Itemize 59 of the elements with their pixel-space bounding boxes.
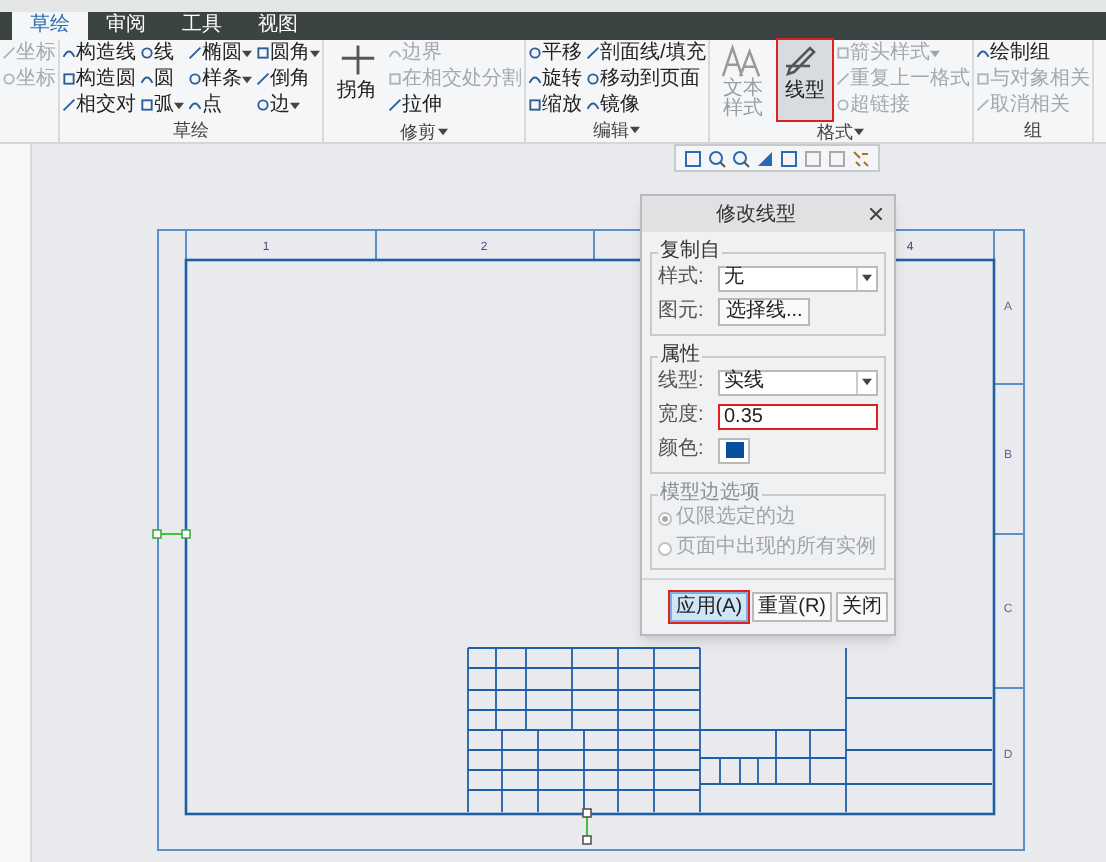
tool-button[interactable]: 点 bbox=[188, 92, 252, 118]
tool-button[interactable]: 样条 bbox=[188, 66, 252, 92]
color-swatch[interactable] bbox=[718, 437, 750, 463]
selection-handle[interactable] bbox=[152, 529, 191, 539]
tool-button[interactable]: 圆 bbox=[140, 66, 184, 92]
letters-icon bbox=[720, 42, 765, 80]
tool-button[interactable]: 缩放 bbox=[528, 92, 582, 118]
tool-button[interactable]: 倒角 bbox=[256, 66, 320, 92]
caret-icon bbox=[862, 378, 872, 386]
ribbon-tab[interactable]: 审阅 bbox=[88, 12, 164, 40]
zoom-in-icon[interactable] bbox=[708, 149, 726, 167]
width-field[interactable]: 0.35 bbox=[718, 403, 878, 429]
field-label: 宽度: bbox=[658, 402, 706, 430]
tool-button[interactable]: 弧 bbox=[140, 92, 184, 118]
field-label: 线型: bbox=[658, 368, 706, 396]
section-title: 属性 bbox=[658, 344, 702, 368]
tool-button[interactable]: 移动到页面 bbox=[586, 66, 706, 92]
dialog-button[interactable]: 关闭 bbox=[836, 592, 888, 622]
tool-button[interactable]: 线 bbox=[140, 40, 184, 66]
ribbon-tab[interactable]: 工具 bbox=[164, 12, 240, 40]
dropdown[interactable]: 实线 bbox=[718, 369, 878, 395]
selection-handle[interactable] bbox=[582, 808, 592, 845]
ribbon-tab[interactable]: 草绘 bbox=[12, 12, 88, 40]
zoom-out-icon[interactable] bbox=[732, 149, 750, 167]
tool-button[interactable]: 旋转 bbox=[528, 66, 582, 92]
field-label: 样式: bbox=[658, 264, 706, 292]
group-label[interactable]: 格式 bbox=[711, 120, 970, 144]
dialog-button[interactable]: 重置(R) bbox=[752, 592, 832, 622]
tool-button[interactable]: 镜像 bbox=[586, 92, 706, 118]
large-tool-button[interactable]: 线型 bbox=[777, 40, 832, 120]
dropdown[interactable]: 无 bbox=[718, 265, 878, 291]
tool-button[interactable]: 圆角 bbox=[256, 40, 320, 66]
field-label: 图元: bbox=[658, 298, 706, 326]
tool-button[interactable]: 剖面线/填充 bbox=[586, 40, 706, 66]
large-tool-button[interactable]: 拐角 bbox=[330, 40, 384, 120]
tool-button[interactable]: 平移 bbox=[528, 40, 582, 66]
tool-button[interactable]: 拉伸 bbox=[388, 92, 522, 118]
tool-button[interactable]: 构造线 bbox=[62, 40, 136, 66]
sparkle-icon[interactable] bbox=[852, 149, 870, 167]
radio-label: 仅限选定的边 bbox=[676, 506, 796, 530]
tool-button[interactable]: 相交对 bbox=[62, 92, 136, 118]
tool-button[interactable]: 边 bbox=[256, 92, 320, 118]
tool-button[interactable]: 绘制组 bbox=[975, 40, 1090, 66]
ribbon-tab[interactable]: 视图 bbox=[240, 12, 316, 40]
shade-icon[interactable] bbox=[756, 149, 774, 167]
group-label[interactable]: 组 bbox=[975, 118, 1090, 142]
select-line-button[interactable]: 选择线... bbox=[718, 298, 811, 326]
tool-button[interactable]: 构造圆 bbox=[62, 66, 136, 92]
group-label[interactable]: 草绘 bbox=[62, 118, 320, 142]
field-label: 颜色: bbox=[658, 436, 706, 464]
group-label[interactable]: 修剪 bbox=[326, 120, 522, 144]
caret-icon bbox=[862, 274, 872, 282]
dialog-title: 修改线型 bbox=[714, 201, 798, 229]
section-title: 模型边选项 bbox=[658, 482, 762, 505]
group-label[interactable]: 编辑 bbox=[528, 118, 706, 142]
section-title: 复制自 bbox=[658, 240, 722, 264]
tool-button[interactable]: 椭圆 bbox=[188, 40, 252, 66]
dialog-button[interactable]: 应用(A) bbox=[669, 592, 749, 622]
radio-label: 页面中出现的所有实例 bbox=[676, 536, 876, 560]
